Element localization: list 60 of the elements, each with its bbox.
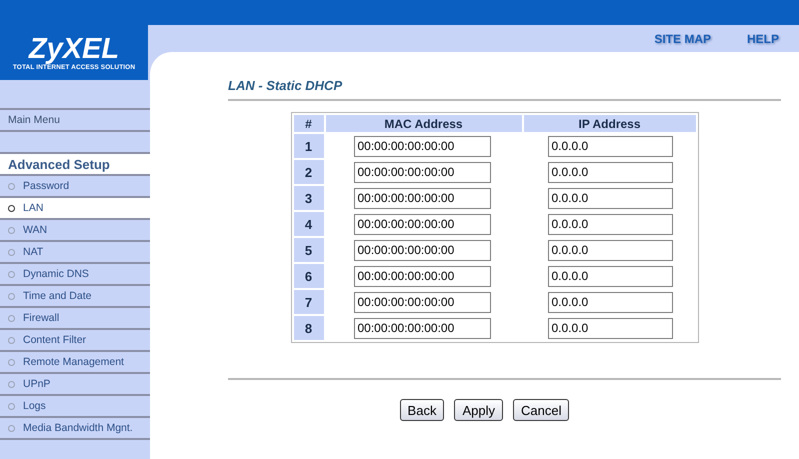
ip-field[interactable]: 0.0.0.0	[548, 162, 672, 182]
row-number: 3	[294, 186, 324, 210]
ip-field[interactable]: 0.0.0.0	[548, 266, 672, 286]
menu-item-label: Logs	[23, 400, 46, 412]
bullet-icon	[8, 402, 15, 410]
mac-field[interactable]: 00:00:00:00:00:00	[354, 292, 490, 312]
row-number: 4	[294, 212, 324, 236]
bullet-icon	[8, 424, 15, 432]
bullet-icon	[8, 380, 15, 388]
bullet-icon	[8, 336, 15, 344]
mac-field[interactable]: 00:00:00:00:00:00	[354, 214, 490, 234]
row-number: 7	[294, 290, 324, 314]
row-number: 5	[294, 238, 324, 262]
ip-field[interactable]: 0.0.0.0	[548, 318, 672, 338]
ip-field[interactable]: 0.0.0.0	[548, 214, 672, 234]
bullet-icon	[8, 358, 15, 366]
menu-item[interactable]: LAN	[0, 198, 150, 220]
menu-item-label: LAN	[23, 202, 44, 214]
column-header: IP Address	[524, 115, 696, 132]
ip-field[interactable]: 0.0.0.0	[548, 292, 672, 312]
form-button[interactable]: Apply	[454, 399, 503, 421]
row-number: 1	[294, 134, 324, 158]
column-header: #	[294, 115, 324, 132]
form-button[interactable]: Cancel	[512, 399, 570, 421]
menu-item-label: Content Filter	[23, 334, 86, 346]
mac-field[interactable]: 00:00:00:00:00:00	[354, 188, 490, 208]
ip-field[interactable]: 0.0.0.0	[548, 136, 672, 156]
menu-item-label: Firewall	[23, 312, 60, 324]
menu-item-label: Dynamic DNS	[23, 268, 89, 280]
bullet-icon	[8, 226, 15, 234]
menu-item-label: Remote Management	[23, 356, 124, 368]
menu-item-label: NAT	[23, 246, 44, 258]
menu-item-label: UPnP	[23, 378, 50, 390]
bullet-icon	[8, 270, 15, 278]
row-number: 6	[294, 264, 324, 288]
row-number: 8	[294, 316, 324, 340]
ip-field[interactable]: 0.0.0.0	[548, 188, 672, 208]
section-header: Advanced Setup	[0, 154, 150, 176]
bullet-icon	[8, 248, 15, 256]
menu-item-label: Media Bandwidth Mgnt.	[23, 422, 133, 434]
menu-item-label: WAN	[23, 224, 48, 236]
mac-field[interactable]: 00:00:00:00:00:00	[354, 136, 490, 156]
menu-item-label: Time and Date	[23, 290, 92, 302]
mac-field[interactable]: 00:00:00:00:00:00	[354, 162, 490, 182]
ip-field[interactable]: 0.0.0.0	[548, 240, 672, 260]
form-button[interactable]: Back	[400, 399, 444, 421]
mac-field[interactable]: 00:00:00:00:00:00	[354, 240, 490, 260]
mac-field[interactable]: 00:00:00:00:00:00	[354, 318, 490, 338]
bullet-icon	[8, 182, 15, 190]
page-title: LAN - Static DHCP	[228, 78, 344, 93]
column-header: MAC Address	[326, 115, 522, 132]
row-number: 2	[294, 160, 324, 184]
bullet-icon	[8, 314, 15, 322]
bullet-icon	[8, 292, 15, 300]
bullet-icon	[8, 204, 15, 212]
mac-field[interactable]: 00:00:00:00:00:00	[354, 266, 490, 286]
menu-item-label: Password	[23, 180, 70, 192]
logo-name: ZyXEL	[28, 34, 120, 64]
header-link[interactable]: SITE MAP	[654, 32, 711, 46]
header-link[interactable]: HELP	[746, 32, 779, 46]
